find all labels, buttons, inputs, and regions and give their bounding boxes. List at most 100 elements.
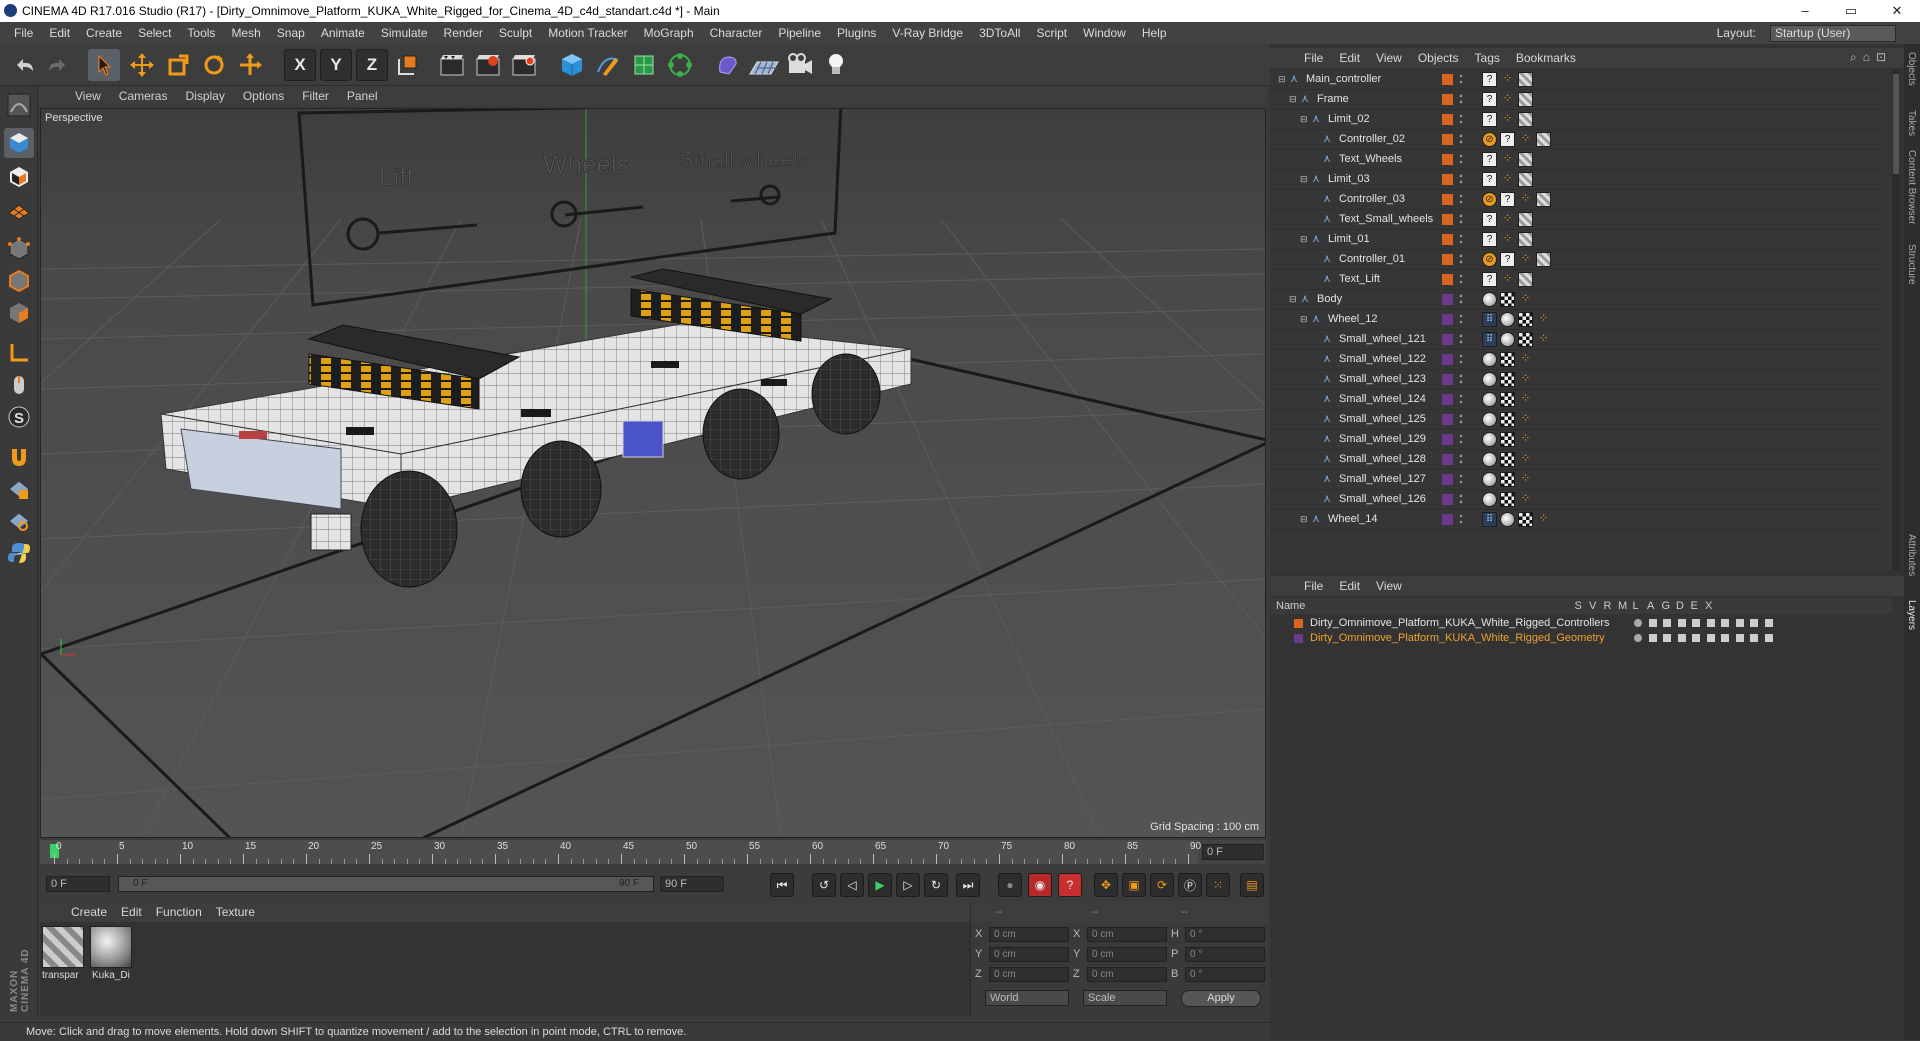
visibility-dots-icon[interactable] bbox=[1459, 213, 1463, 225]
expand-toggle-icon[interactable]: ⊟ bbox=[1289, 294, 1300, 305]
menu-mograph[interactable]: MoGraph bbox=[636, 26, 702, 40]
texture-mode-icon[interactable] bbox=[4, 162, 34, 192]
object-name[interactable]: Small_wheel_121 bbox=[1339, 333, 1426, 345]
menu-render[interactable]: Render bbox=[436, 26, 491, 40]
material-tag-icon[interactable]: ⁘ bbox=[1500, 72, 1515, 87]
record-parameter-icon[interactable]: Ⓟ bbox=[1178, 873, 1202, 897]
layer-flag-icon[interactable] bbox=[1648, 634, 1657, 642]
expand-toggle-icon[interactable]: ⊟ bbox=[1289, 94, 1300, 105]
object-row[interactable]: ⋏ Controller_02 ⊘? ⁘ bbox=[1270, 130, 1882, 150]
phong-tag-icon[interactable] bbox=[1482, 392, 1497, 407]
material-tag-icon[interactable]: ⁘ bbox=[1518, 392, 1533, 407]
material-tag-icon[interactable]: ⁘ bbox=[1518, 472, 1533, 487]
layer-color-swatch[interactable] bbox=[1294, 634, 1303, 643]
material-name[interactable]: Kuka_Di bbox=[92, 970, 136, 981]
object-name[interactable]: Small_wheel_124 bbox=[1339, 393, 1426, 405]
layer-color-swatch[interactable] bbox=[1442, 294, 1453, 305]
object-row[interactable]: ⋏ Small_wheel_126 ⁘ bbox=[1270, 490, 1882, 510]
menu-edit[interactable]: Edit bbox=[41, 26, 78, 40]
subdivision-icon[interactable] bbox=[628, 49, 660, 81]
tweak-mode-icon[interactable] bbox=[4, 370, 34, 400]
layer-flag-icon[interactable] bbox=[1706, 634, 1715, 642]
camera-icon[interactable] bbox=[784, 49, 816, 81]
record-scale-icon[interactable]: ▣ bbox=[1122, 873, 1146, 897]
uvw-tag-icon[interactable] bbox=[1500, 352, 1515, 367]
expand-toggle-icon[interactable]: ⊟ bbox=[1300, 314, 1311, 325]
home-icon[interactable]: ⌂ bbox=[1863, 50, 1870, 65]
object-name[interactable]: Controller_01 bbox=[1339, 253, 1405, 265]
layer-flag-icon[interactable] bbox=[1648, 619, 1657, 627]
layer-flag-icon[interactable] bbox=[1663, 619, 1671, 627]
xpresso-tag-icon[interactable]: ? bbox=[1482, 152, 1497, 167]
protection-tag-icon[interactable]: ⊘ bbox=[1482, 252, 1497, 267]
texture-tag-icon[interactable] bbox=[1518, 152, 1533, 167]
layer-flag-icon[interactable] bbox=[1692, 619, 1700, 627]
light-icon[interactable] bbox=[820, 49, 852, 81]
texture-tag-icon[interactable] bbox=[1518, 112, 1533, 127]
phong-tag-icon[interactable] bbox=[1482, 492, 1497, 507]
array-icon[interactable] bbox=[664, 49, 696, 81]
previous-frame-icon[interactable]: ◁ bbox=[840, 873, 864, 897]
xpresso-tag-icon[interactable]: ? bbox=[1482, 92, 1497, 107]
visibility-dots-icon[interactable] bbox=[1459, 93, 1463, 105]
object-name[interactable]: Controller_02 bbox=[1339, 133, 1405, 145]
tab-attributes[interactable]: Attributes bbox=[1906, 534, 1917, 576]
menu-v-ray-bridge[interactable]: V-Ray Bridge bbox=[884, 26, 971, 40]
menu-script[interactable]: Script bbox=[1028, 26, 1075, 40]
xpresso-tag-icon[interactable]: ? bbox=[1482, 112, 1497, 127]
layer-color-swatch[interactable] bbox=[1442, 134, 1453, 145]
timeline-window-icon[interactable]: ▤ bbox=[1240, 873, 1264, 897]
menu-help[interactable]: Help bbox=[1134, 26, 1175, 40]
next-frame-icon[interactable]: ▷ bbox=[896, 873, 920, 897]
object-row[interactable]: ⋏ Small_wheel_129 ⁘ bbox=[1270, 430, 1882, 450]
menu-pipeline[interactable]: Pipeline bbox=[770, 26, 829, 40]
phong-tag-icon[interactable] bbox=[1482, 372, 1497, 387]
layer-menu-file[interactable]: File bbox=[1296, 579, 1331, 593]
layer-row[interactable]: Dirty_Omnimove_Platform_KUKA_White_Rigge… bbox=[1270, 616, 1892, 631]
menu-file[interactable]: File bbox=[6, 26, 41, 40]
phong-tag-icon[interactable] bbox=[1482, 432, 1497, 447]
object-name[interactable]: Frame bbox=[1317, 93, 1349, 105]
uvw-tag-icon[interactable] bbox=[1500, 432, 1515, 447]
layer-flag-icon[interactable] bbox=[1750, 619, 1758, 627]
object-menu-view[interactable]: View bbox=[1368, 51, 1410, 65]
tab-content-browser[interactable]: Content Browser bbox=[1906, 150, 1917, 224]
lock-workplane-icon[interactable] bbox=[4, 474, 34, 504]
constraint-tag-icon[interactable]: ⠿ bbox=[1482, 332, 1497, 347]
xpresso-tag-icon[interactable]: ? bbox=[1482, 212, 1497, 227]
visibility-dots-icon[interactable] bbox=[1459, 173, 1463, 185]
layer-color-swatch[interactable] bbox=[1442, 334, 1453, 345]
planar-workplane-icon[interactable] bbox=[4, 506, 34, 536]
material-menu-texture[interactable]: Texture bbox=[209, 905, 262, 919]
texture-tag-icon[interactable] bbox=[1536, 252, 1551, 267]
menu-animate[interactable]: Animate bbox=[313, 26, 373, 40]
layer-color-swatch[interactable] bbox=[1442, 214, 1453, 225]
z-axis-icon[interactable]: Z bbox=[356, 49, 388, 81]
uvw-tag-icon[interactable] bbox=[1500, 492, 1515, 507]
uvw-tag-icon[interactable] bbox=[1500, 472, 1515, 487]
edit-render-settings-icon[interactable] bbox=[508, 49, 540, 81]
layer-name[interactable]: Dirty_Omnimove_Platform_KUKA_White_Rigge… bbox=[1310, 617, 1610, 629]
make-editable-icon[interactable] bbox=[4, 90, 34, 120]
object-row[interactable]: ⋏ Small_wheel_121 ⠿ ⁘ bbox=[1270, 330, 1882, 350]
object-row[interactable]: ⊟ ⋏ Frame? ⁘ bbox=[1270, 90, 1882, 110]
material-tag-icon[interactable]: ⁘ bbox=[1518, 352, 1533, 367]
layer-color-swatch[interactable] bbox=[1442, 434, 1453, 445]
material-tag-icon[interactable]: ⁘ bbox=[1500, 212, 1515, 227]
material-tag-icon[interactable]: ⁘ bbox=[1518, 252, 1533, 267]
expand-toggle-icon[interactable]: ⊟ bbox=[1278, 74, 1289, 85]
object-row[interactable]: ⊟ ⋏ Limit_01? ⁘ bbox=[1270, 230, 1882, 250]
viewport-menu-view[interactable]: View bbox=[66, 89, 110, 103]
object-name[interactable]: Small_wheel_129 bbox=[1339, 433, 1426, 445]
coordinate-transform-dropdown[interactable]: Scale bbox=[1083, 990, 1167, 1006]
play-forward-icon[interactable]: ▶ bbox=[868, 873, 892, 897]
object-name[interactable]: Limit_03 bbox=[1328, 173, 1370, 185]
object-name[interactable]: Wheel_12 bbox=[1328, 313, 1378, 325]
layer-color-swatch[interactable] bbox=[1442, 234, 1453, 245]
material-transparent-swatch[interactable] bbox=[42, 926, 84, 968]
coordinate-mode-dropdown[interactable]: World bbox=[985, 990, 1069, 1006]
layer-color-swatch[interactable] bbox=[1442, 514, 1453, 525]
layer-color-swatch[interactable] bbox=[1442, 154, 1453, 165]
visibility-dots-icon[interactable] bbox=[1459, 333, 1463, 345]
visibility-dots-icon[interactable] bbox=[1459, 253, 1463, 265]
